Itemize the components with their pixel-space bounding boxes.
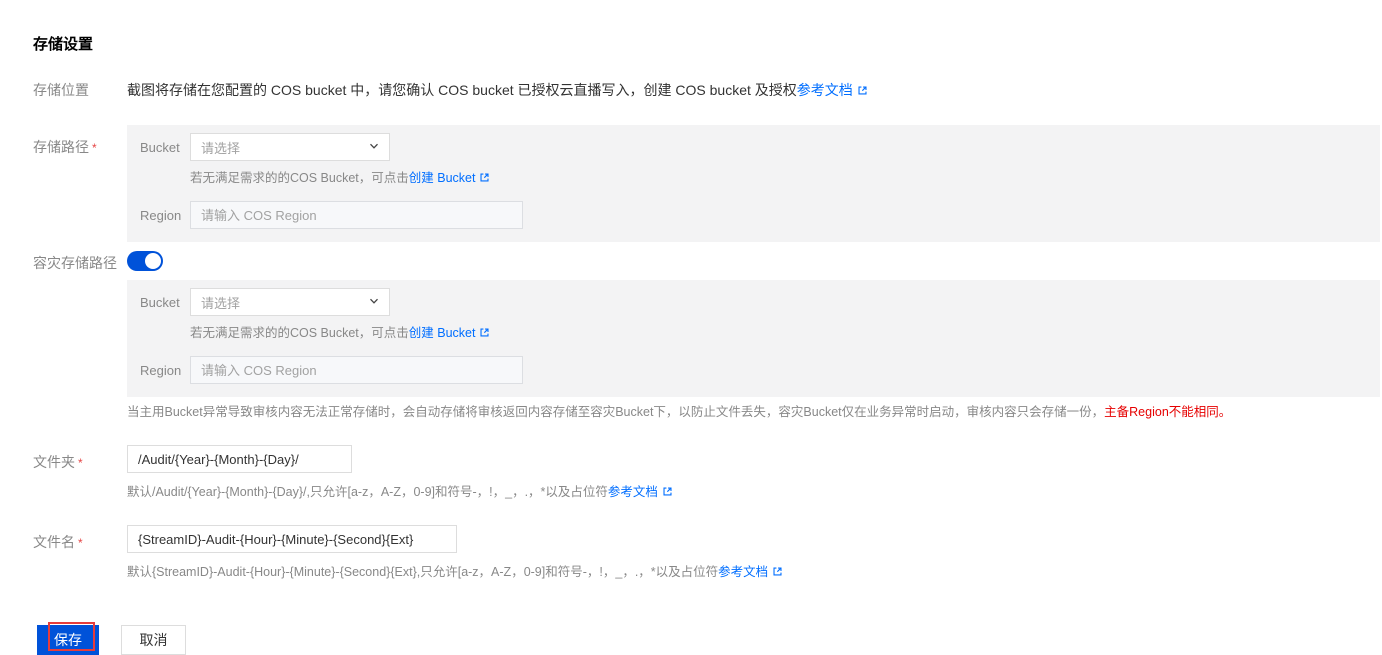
primary-bucket-helper: 若无满足需求的的COS Bucket，可点击创建 Bucket xyxy=(190,170,1380,188)
required-asterisk: * xyxy=(92,141,97,155)
disaster-bucket-helper-text: 若无满足需求的的COS Bucket，可点击 xyxy=(190,326,409,340)
storage-location-label: 存储位置 xyxy=(33,82,89,98)
toggle-knob xyxy=(145,253,161,269)
disaster-recovery-toggle[interactable] xyxy=(127,251,163,271)
save-button[interactable]: 保存 xyxy=(37,625,99,655)
disaster-region-label: Region xyxy=(140,362,182,378)
primary-region-label: Region xyxy=(140,207,182,223)
disaster-bucket-helper: 若无满足需求的的COS Bucket，可点击创建 Bucket xyxy=(190,325,1380,343)
filename-row: 文件名* 默认{StreamID}-Audit-{Hour}-{Minute}-… xyxy=(33,525,1382,582)
disaster-warning-text: 当主用Bucket异常导致审核内容无法正常存储时，会自动存储将审核返回内容存储至… xyxy=(127,404,1231,421)
storage-location-description: 截图将存储在您配置的 COS bucket 中，请您确认 COS bucket … xyxy=(127,82,797,98)
cancel-button[interactable]: 取消 xyxy=(121,625,186,655)
filename-input[interactable] xyxy=(127,525,457,553)
create-bucket-link[interactable]: 创建 Bucket xyxy=(409,326,476,340)
primary-region-field: Region xyxy=(140,201,1380,229)
primary-bucket-field: Bucket 请选择 xyxy=(140,133,1380,161)
primary-bucket-label: Bucket xyxy=(140,139,180,155)
primary-bucket-panel: Bucket 请选择 若无满足需求的的COS Bucket，可点击创建 Buck… xyxy=(127,125,1380,242)
filename-field: 默认{StreamID}-Audit-{Hour}-{Minute}-{Seco… xyxy=(127,525,783,582)
folder-field: 默认/Audit/{Year}-{Month}-{Day}/,只允许[a-z，A… xyxy=(127,445,673,502)
create-bucket-link[interactable]: 创建 Bucket xyxy=(409,171,476,185)
disaster-path-row: Bucket 请选择 若无满足需求的的COS Bucket，可点击创建 Buck… xyxy=(33,280,1382,397)
external-link-icon xyxy=(772,565,783,582)
external-link-icon xyxy=(479,326,490,343)
disaster-warning-red: 主备Region不能相同。 xyxy=(1104,405,1232,419)
filename-label: 文件名 * xyxy=(33,534,83,550)
disaster-bucket-label: Bucket xyxy=(140,294,180,310)
chevron-down-icon xyxy=(368,294,380,310)
filename-helper: 默认{StreamID}-Audit-{Hour}-{Minute}-{Seco… xyxy=(127,564,783,582)
external-link-icon xyxy=(857,81,868,101)
storage-path-label: 存储路径 * xyxy=(33,139,97,155)
storage-settings-form: 存储设置 存储位置 截图将存储在您配置的 COS bucket 中，请您确认 C… xyxy=(0,0,1382,655)
folder-input[interactable] xyxy=(127,445,352,473)
form-actions: 保存 取消 xyxy=(37,622,1382,655)
primary-bucket-helper-text: 若无满足需求的的COS Bucket，可点击 xyxy=(190,171,409,185)
primary-region-input[interactable] xyxy=(190,201,523,229)
disaster-bucket-select-placeholder: 请选择 xyxy=(201,295,241,311)
primary-bucket-select[interactable]: 请选择 xyxy=(190,133,390,161)
disaster-region-input[interactable] xyxy=(190,356,523,384)
disaster-bucket-select[interactable]: 请选择 xyxy=(190,288,390,316)
primary-bucket-select-placeholder: 请选择 xyxy=(201,140,241,156)
folder-helper: 默认/Audit/{Year}-{Month}-{Day}/,只允许[a-z，A… xyxy=(127,484,673,502)
filename-helper-text: 默认{StreamID}-Audit-{Hour}-{Minute}-{Seco… xyxy=(127,565,719,579)
required-asterisk: * xyxy=(78,536,83,550)
disaster-bucket-panel: Bucket 请选择 若无满足需求的的COS Bucket，可点击创建 Buck… xyxy=(127,280,1380,397)
disaster-recovery-row: 容灾存储路径 xyxy=(33,251,1382,273)
folder-helper-text: 默认/Audit/{Year}-{Month}-{Day}/,只允许[a-z，A… xyxy=(127,485,608,499)
external-link-icon xyxy=(662,485,673,502)
storage-location-row: 存储位置 截图将存储在您配置的 COS bucket 中，请您确认 COS bu… xyxy=(33,80,1382,101)
page-title: 存储设置 xyxy=(33,36,94,53)
save-button-wrapper: 保存 xyxy=(37,622,99,655)
reference-doc-link[interactable]: 参考文档 xyxy=(608,485,658,499)
disaster-recovery-label: 容灾存储路径 xyxy=(33,255,117,271)
folder-label: 文件夹 * xyxy=(33,454,83,470)
external-link-icon xyxy=(479,171,490,188)
disaster-bucket-field: Bucket 请选择 xyxy=(140,288,1380,316)
chevron-down-icon xyxy=(368,139,380,155)
storage-path-row: 存储路径 * Bucket 请选择 若无满足需求的的COS Bucket，可点击创… xyxy=(33,125,1382,242)
disaster-warning-gray: 当主用Bucket异常导致审核内容无法正常存储时，会自动存储将审核返回内容存储至… xyxy=(127,405,1105,419)
folder-row: 文件夹* 默认/Audit/{Year}-{Month}-{Day}/,只允许[… xyxy=(33,445,1382,502)
disaster-warning-row: 当主用Bucket异常导致审核内容无法正常存储时，会自动存储将审核返回内容存储至… xyxy=(33,404,1382,421)
reference-doc-link[interactable]: 参考文档 xyxy=(718,565,768,579)
disaster-region-field: Region xyxy=(140,356,1380,384)
reference-doc-link[interactable]: 参考文档 xyxy=(797,82,853,98)
storage-location-text: 截图将存储在您配置的 COS bucket 中，请您确认 COS bucket … xyxy=(127,80,868,101)
required-asterisk: * xyxy=(78,456,83,470)
